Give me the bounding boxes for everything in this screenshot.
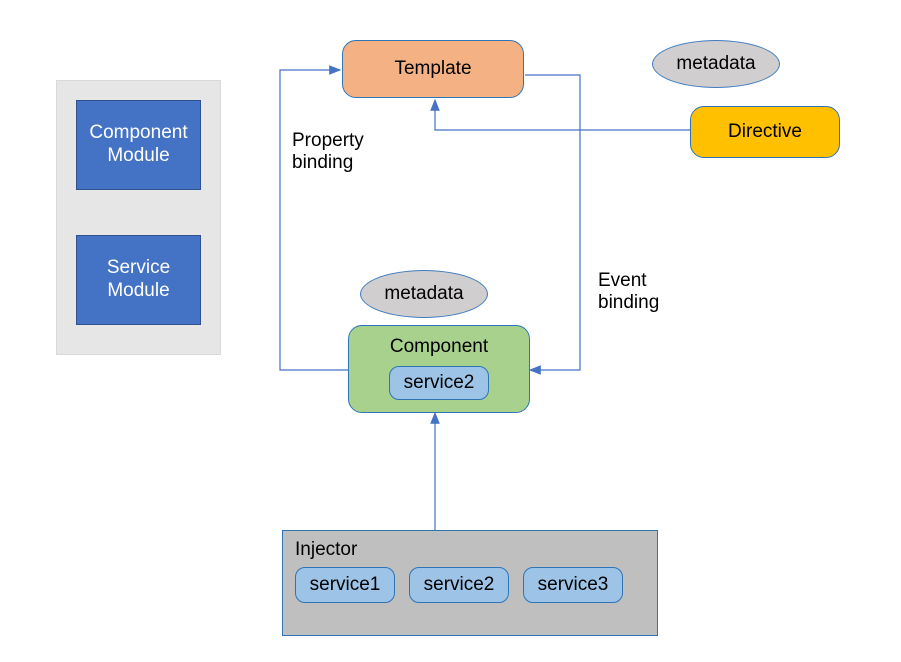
service-module-label: Service Module — [77, 257, 200, 303]
metadata-mid-label: metadata — [384, 283, 463, 305]
component-module-box: Component Module — [76, 100, 201, 190]
event-binding-label: Event binding — [598, 270, 659, 314]
arrow-property-binding — [280, 70, 348, 370]
template-box: Template — [342, 40, 524, 98]
directive-box: Directive — [690, 106, 840, 158]
injector-service-2: service2 — [409, 567, 509, 603]
metadata-top-label: metadata — [676, 53, 755, 75]
injector-service-3: service3 — [523, 567, 623, 603]
property-binding-label: Property binding — [292, 130, 364, 174]
metadata-mid-ellipse: metadata — [360, 270, 488, 318]
component-box: Component service2 — [348, 325, 530, 413]
injector-service-1-label: service1 — [310, 574, 381, 596]
component-label: Component — [390, 336, 488, 358]
component-module-label: Component Module — [77, 122, 200, 168]
arrow-directive-template — [435, 100, 690, 130]
component-inner-service-label: service2 — [404, 372, 475, 394]
injector-title: Injector — [295, 539, 645, 561]
injector-service-1: service1 — [295, 567, 395, 603]
injector-service-3-label: service3 — [538, 574, 609, 596]
component-inner-service: service2 — [389, 366, 489, 400]
injector-service-2-label: service2 — [424, 574, 495, 596]
arrow-event-binding — [525, 75, 580, 370]
metadata-top-ellipse: metadata — [652, 40, 780, 88]
directive-label: Directive — [728, 121, 802, 143]
injector-panel: Injector service1 service2 service3 — [282, 530, 658, 636]
service-module-box: Service Module — [76, 235, 201, 325]
template-label: Template — [394, 58, 471, 80]
